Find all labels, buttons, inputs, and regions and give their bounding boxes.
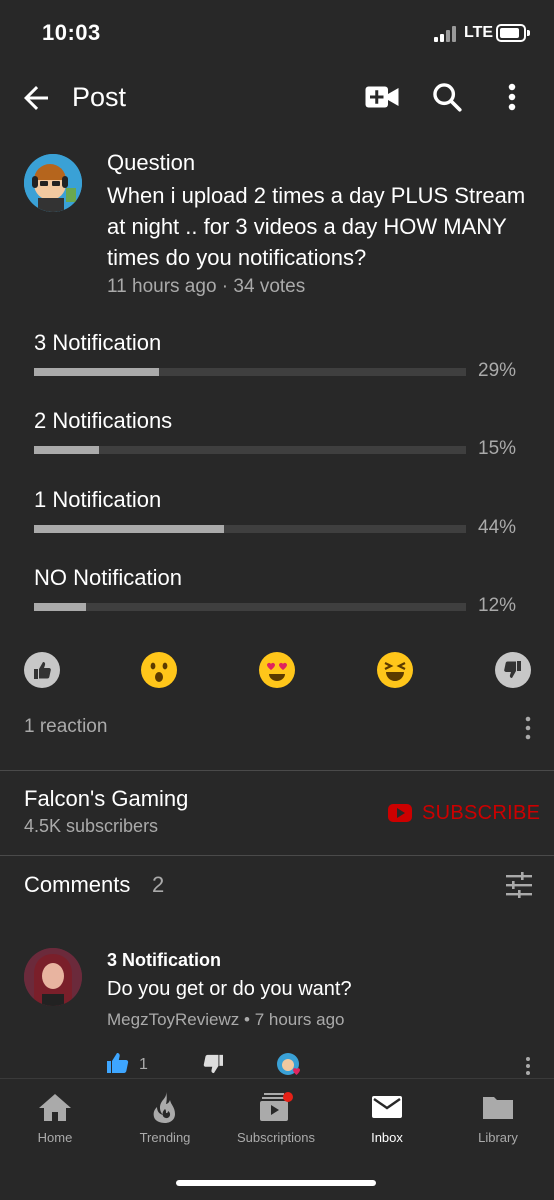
more-vert-icon[interactable] bbox=[498, 82, 526, 112]
flame-icon bbox=[153, 1092, 175, 1123]
poll-option-bar bbox=[34, 446, 466, 454]
meta-separator: • bbox=[244, 1010, 250, 1029]
meta-separator: · bbox=[221, 276, 229, 297]
channel-subscribers: 4.5K subscribers bbox=[24, 816, 159, 836]
nav-label: Inbox bbox=[371, 1130, 403, 1145]
youtube-icon bbox=[388, 804, 412, 822]
poll-option-fill bbox=[34, 525, 225, 533]
back-arrow-icon[interactable] bbox=[18, 80, 54, 116]
comment-meta: MegzToyReviewz • 7 hours ago bbox=[107, 1010, 344, 1030]
poll-option-percent: 29% bbox=[478, 360, 517, 381]
comment-avatar[interactable] bbox=[24, 948, 82, 1006]
poll-option-label: 2 Notifications bbox=[34, 408, 173, 433]
nav-inbox[interactable]: Inbox bbox=[332, 1091, 442, 1151]
post-meta: 11 hours ago · 34 votes bbox=[107, 276, 305, 298]
poll-option-percent: 15% bbox=[478, 438, 517, 459]
subscriptions-icon bbox=[260, 1092, 293, 1121]
sort-filter-icon[interactable] bbox=[504, 870, 534, 900]
nav-home[interactable]: Home bbox=[0, 1091, 110, 1151]
comment-like-count: 1 bbox=[139, 1056, 148, 1073]
poll-option-fill bbox=[34, 446, 99, 454]
home-indicator[interactable] bbox=[176, 1180, 376, 1186]
nav-library[interactable]: Library bbox=[443, 1091, 553, 1151]
mail-icon bbox=[372, 1096, 402, 1118]
page-title: Post bbox=[72, 82, 127, 112]
poll-option-label: 1 Notification bbox=[34, 487, 162, 512]
poll-option-label: NO Notification bbox=[34, 565, 182, 590]
channel-name[interactable]: Falcon's Gaming bbox=[24, 786, 188, 812]
nav-label: Subscriptions bbox=[236, 1130, 316, 1145]
post-votes: 34 votes bbox=[233, 276, 306, 297]
nav-label: Trending bbox=[139, 1130, 191, 1145]
more-vert-icon[interactable] bbox=[522, 714, 534, 742]
thumbs-down-icon[interactable] bbox=[202, 1054, 224, 1074]
comment-author[interactable]: MegzToyReviewz bbox=[107, 1010, 239, 1029]
comment-heading: 3 Notification bbox=[107, 950, 222, 970]
add-video-icon[interactable] bbox=[364, 82, 400, 112]
folder-icon bbox=[483, 1097, 513, 1119]
subscribe-label: SUBSCRIBE bbox=[422, 801, 541, 824]
creator-heart-icon bbox=[277, 1053, 300, 1075]
signal-icon bbox=[434, 26, 460, 42]
heart-eyes-emoji-icon[interactable] bbox=[259, 652, 295, 688]
nav-trending[interactable]: Trending bbox=[110, 1091, 220, 1151]
search-icon[interactable] bbox=[430, 80, 464, 114]
poll-option-percent: 12% bbox=[478, 595, 517, 616]
comment-time: 7 hours ago bbox=[254, 1010, 345, 1029]
nav-label: Home bbox=[37, 1130, 73, 1145]
poll-option[interactable]: 1 Notification 44% bbox=[0, 485, 554, 547]
status-time: 10:03 bbox=[42, 20, 101, 45]
comment-text: Do you get or do you want? bbox=[107, 978, 352, 1000]
nav-label: Library bbox=[478, 1130, 518, 1145]
comments-count: 2 bbox=[152, 872, 165, 897]
poll-option-bar bbox=[34, 368, 466, 376]
divider bbox=[0, 770, 554, 771]
status-bar: 10:03 LTE bbox=[0, 0, 554, 64]
channel-avatar[interactable] bbox=[24, 154, 82, 212]
poll-option-fill bbox=[34, 603, 86, 611]
laughing-emoji-icon[interactable] bbox=[377, 652, 413, 688]
thumbs-down-icon[interactable] bbox=[495, 652, 531, 688]
poll-option[interactable]: 3 Notification 29% bbox=[0, 328, 554, 390]
network-label: LTE bbox=[464, 24, 494, 41]
home-icon bbox=[39, 1094, 71, 1121]
comment-actions: 1 bbox=[0, 1050, 554, 1078]
comments-title: Comments bbox=[24, 872, 131, 897]
divider bbox=[0, 855, 554, 856]
thumbs-up-icon[interactable] bbox=[24, 652, 60, 688]
poll-option-percent: 44% bbox=[478, 517, 517, 538]
poll-option-bar bbox=[34, 525, 466, 533]
reactions-row bbox=[0, 652, 554, 692]
poll-option-bar bbox=[34, 603, 466, 611]
poll-option-fill bbox=[34, 368, 160, 376]
subscribe-button[interactable]: SUBSCRIBE bbox=[388, 800, 540, 826]
post-type-label: Question bbox=[107, 150, 196, 175]
battery-icon bbox=[496, 24, 530, 42]
surprised-emoji-icon[interactable] bbox=[141, 652, 177, 688]
nav-subscriptions[interactable]: Subscriptions bbox=[221, 1091, 331, 1151]
poll-option[interactable]: 2 Notifications 15% bbox=[0, 406, 554, 468]
poll-option[interactable]: NO Notification 12% bbox=[0, 563, 554, 625]
more-vert-icon[interactable] bbox=[522, 1056, 534, 1076]
poll-option-label: 3 Notification bbox=[34, 330, 162, 355]
app-bar: Post bbox=[0, 64, 554, 130]
post-time: 11 hours ago bbox=[107, 276, 217, 297]
post-question: When i upload 2 times a day PLUS Stream … bbox=[107, 183, 526, 270]
reaction-count[interactable]: 1 reaction bbox=[24, 716, 107, 738]
thumbs-up-icon[interactable] bbox=[106, 1052, 130, 1074]
